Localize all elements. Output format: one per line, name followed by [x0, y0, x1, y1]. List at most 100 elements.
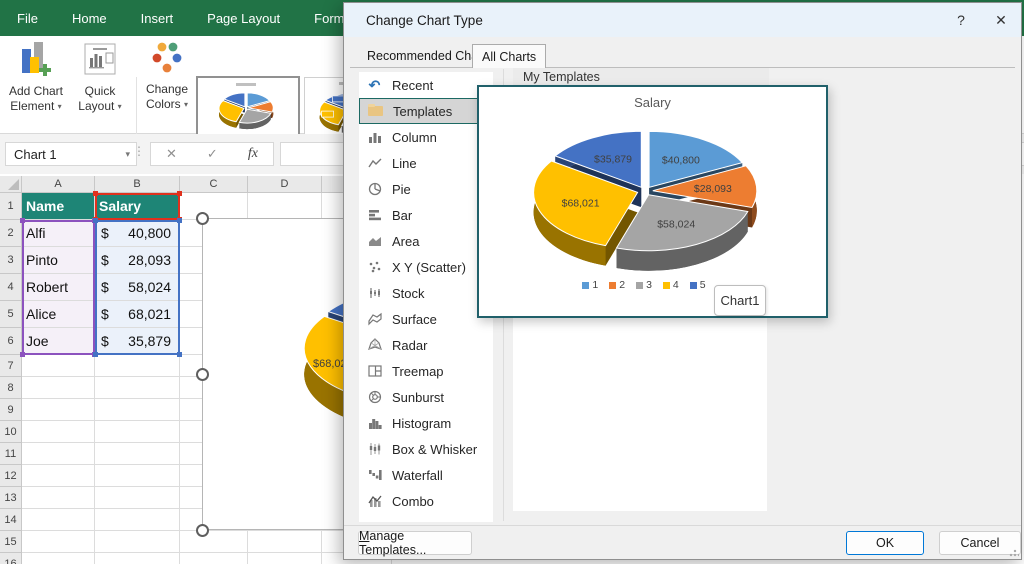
cell[interactable] — [22, 509, 95, 531]
chart-type-sunburst[interactable]: Sunburst — [359, 384, 491, 410]
ribbon-tab-file[interactable]: File — [0, 0, 55, 36]
row-header-10[interactable]: 10 — [0, 421, 22, 443]
row-header-11[interactable]: 11 — [0, 443, 22, 465]
cell[interactable] — [180, 531, 248, 553]
chart-type-pie[interactable]: Pie — [359, 176, 491, 202]
chart-type-bar[interactable]: Bar — [359, 202, 491, 228]
row-header-12[interactable]: 12 — [0, 465, 22, 487]
cell[interactable] — [22, 443, 95, 465]
cell-name[interactable]: Alfi — [22, 220, 95, 247]
row-header-13[interactable]: 13 — [0, 487, 22, 509]
ribbon-tab-insert[interactable]: Insert — [124, 0, 191, 36]
cell[interactable] — [95, 355, 180, 377]
cell[interactable] — [22, 421, 95, 443]
chart-type-box-whisker[interactable]: Box & Whisker — [359, 436, 491, 462]
add-chart-element-label: Add Chart Element — [8, 84, 64, 113]
chart-type-recent[interactable]: ↶ Recent — [359, 72, 491, 98]
cell[interactable] — [248, 531, 322, 553]
chart-type-treemap[interactable]: Treemap — [359, 358, 491, 384]
cell[interactable] — [22, 377, 95, 399]
cell[interactable] — [95, 399, 180, 421]
cell-salary[interactable]: $58,024 — [95, 274, 180, 301]
cell-name[interactable]: Joe — [22, 328, 95, 355]
tab-all-charts[interactable]: All Charts — [472, 44, 547, 68]
cell[interactable] — [22, 399, 95, 421]
cell[interactable] — [22, 355, 95, 377]
cell-salary[interactable]: $35,879 — [95, 328, 180, 355]
cell[interactable] — [248, 553, 322, 564]
row-header-2[interactable]: 2 — [0, 220, 22, 247]
row-header-14[interactable]: 14 — [0, 509, 22, 531]
cell-name[interactable]: Alice — [22, 301, 95, 328]
name-box[interactable]: Chart 1 ▾ — [5, 142, 137, 166]
cell[interactable] — [22, 531, 95, 553]
row-header-6[interactable]: 6 — [0, 328, 22, 355]
add-chart-element-button[interactable]: Add Chart Element ▾ — [4, 40, 68, 114]
cell[interactable] — [95, 531, 180, 553]
chart-resize-handle[interactable] — [196, 212, 209, 225]
cancel-entry-icon[interactable]: ✕ — [166, 146, 177, 162]
cell-salary[interactable]: $28,093 — [95, 247, 180, 274]
cell[interactable] — [95, 509, 180, 531]
cell-header-salary[interactable]: Salary — [95, 193, 180, 220]
ribbon-tab-page-layout[interactable]: Page Layout — [190, 0, 297, 36]
cell[interactable] — [95, 553, 180, 564]
change-colors-button[interactable]: Change Colors ▾ — [138, 40, 196, 112]
row-header-4[interactable]: 4 — [0, 274, 22, 301]
cell-header-name[interactable]: Name — [22, 193, 95, 220]
ribbon-tab-home[interactable]: Home — [55, 0, 124, 36]
help-button[interactable]: ? — [941, 3, 981, 37]
column-header-D[interactable]: D — [248, 176, 322, 193]
chart-type-column[interactable]: Column — [359, 124, 491, 150]
chart-type-templates[interactable]: Templates — [359, 98, 492, 124]
select-all-corner[interactable] — [0, 176, 22, 193]
resize-grip[interactable] — [1009, 547, 1019, 557]
cell[interactable] — [180, 193, 248, 220]
chart-type-surface[interactable]: Surface — [359, 306, 491, 332]
cell-salary[interactable]: $40,800 — [95, 220, 180, 247]
chevron-down-icon: ▾ — [184, 100, 189, 109]
cell[interactable] — [22, 465, 95, 487]
chart-type-area[interactable]: Area — [359, 228, 491, 254]
row-header-3[interactable]: 3 — [0, 247, 22, 274]
insert-function-icon[interactable]: fx — [248, 146, 258, 162]
chart-resize-handle[interactable] — [196, 368, 209, 381]
chart-type-label: Combo — [392, 493, 434, 509]
chart-type-stock[interactable]: Stock — [359, 280, 491, 306]
cell[interactable] — [180, 553, 248, 564]
chart-type-radar[interactable]: Radar — [359, 332, 491, 358]
manage-templates-button[interactable]: Manage Templates... — [358, 529, 472, 557]
cell[interactable] — [95, 421, 180, 443]
row-header-1[interactable]: 1 — [0, 193, 22, 220]
column-header-C[interactable]: C — [180, 176, 248, 193]
column-header-A[interactable]: A — [22, 176, 95, 193]
row-header-15[interactable]: 15 — [0, 531, 22, 553]
cell[interactable] — [95, 377, 180, 399]
cell[interactable] — [95, 465, 180, 487]
cell-salary[interactable]: $68,021 — [95, 301, 180, 328]
cell[interactable] — [22, 487, 95, 509]
row-header-16[interactable]: 16 — [0, 553, 22, 564]
ok-button[interactable]: OK — [846, 531, 924, 555]
chart-type-line[interactable]: Line — [359, 150, 491, 176]
cell[interactable] — [95, 443, 180, 465]
cell[interactable] — [248, 193, 322, 220]
chart-type-waterfall[interactable]: Waterfall — [359, 462, 491, 488]
cell-name[interactable]: Robert — [22, 274, 95, 301]
row-header-9[interactable]: 9 — [0, 399, 22, 421]
chart-type-combo[interactable]: Combo — [359, 488, 491, 514]
cell[interactable] — [95, 487, 180, 509]
cell[interactable] — [22, 553, 95, 564]
cell-name[interactable]: Pinto — [22, 247, 95, 274]
quick-layout-button[interactable]: Quick Layout ▾ — [68, 40, 132, 114]
embedded-chart-object[interactable]: $40,800$28,093$58,024$68,021$35,879 — [202, 218, 557, 530]
row-header-7[interactable]: 7 — [0, 355, 22, 377]
column-header-B[interactable]: B — [95, 176, 180, 193]
chart-type-histogram[interactable]: Histogram — [359, 410, 491, 436]
close-icon[interactable]: ✕ — [981, 3, 1021, 37]
confirm-entry-icon[interactable]: ✓ — [207, 146, 218, 162]
chart-resize-handle[interactable] — [196, 524, 209, 537]
row-header-5[interactable]: 5 — [0, 301, 22, 328]
chart-type-x-y-scatter-[interactable]: X Y (Scatter) — [359, 254, 491, 280]
row-header-8[interactable]: 8 — [0, 377, 22, 399]
